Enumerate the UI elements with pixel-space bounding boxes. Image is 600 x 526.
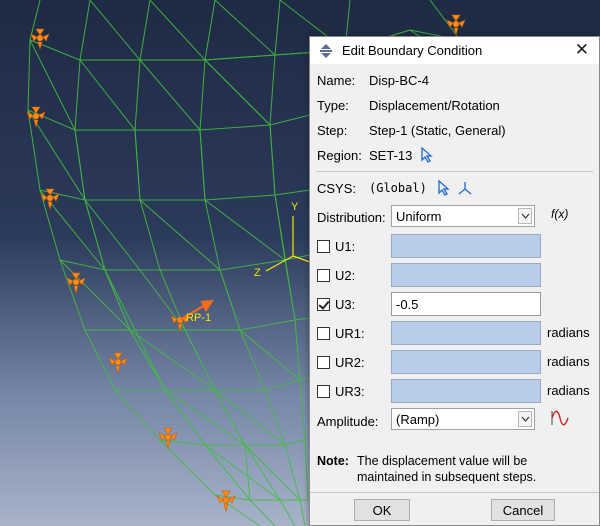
- name-value: Disp-BC-4: [369, 72, 429, 88]
- csys-row: CSYS: (Global): [317, 178, 473, 198]
- ur1-checkbox[interactable]: [317, 326, 330, 340]
- u3-label: U3:: [335, 296, 356, 312]
- ur1-unit: radians: [547, 325, 590, 340]
- amplitude-row: Amplitude:: [317, 411, 378, 431]
- u2-input[interactable]: [391, 263, 541, 287]
- cancel-button[interactable]: Cancel: [491, 499, 555, 521]
- u1-label: U1:: [335, 238, 356, 254]
- u3-input[interactable]: -0.5: [391, 292, 541, 316]
- note-label: Note:: [317, 454, 349, 468]
- edit-region-icon[interactable]: [420, 147, 434, 163]
- dof-u2-row: U2:: [317, 264, 355, 286]
- ur2-input[interactable]: [391, 350, 541, 374]
- rp-label: RP-1: [186, 312, 212, 324]
- ur3-label: UR3:: [335, 383, 365, 399]
- ur3-input[interactable]: [391, 379, 541, 403]
- ur1-label: UR1:: [335, 325, 365, 341]
- distribution-select[interactable]: Uniform: [391, 205, 535, 227]
- type-value: Displacement/Rotation: [369, 97, 500, 113]
- amplitude-value: (Ramp): [396, 411, 440, 427]
- edit-boundary-condition-dialog: Edit Boundary Condition ✕ Name: Disp-BC-…: [309, 36, 600, 526]
- chevron-down-icon[interactable]: [518, 411, 532, 427]
- button-separator: [310, 492, 599, 493]
- ur3-unit: radians: [547, 383, 590, 398]
- dialog-title: Edit Boundary Condition: [342, 43, 483, 58]
- distribution-label: Distribution:: [317, 209, 386, 225]
- type-row: Type: Displacement/Rotation: [317, 95, 500, 115]
- step-row: Step: Step-1 (Static, General): [317, 120, 506, 140]
- u1-input[interactable]: [391, 234, 541, 258]
- amplitude-select[interactable]: (Ramp): [391, 408, 535, 430]
- u3-checkbox[interactable]: [317, 297, 330, 311]
- dof-u3-row: U3:: [317, 293, 355, 315]
- name-row: Name: Disp-BC-4: [317, 70, 429, 90]
- separator: [316, 171, 593, 172]
- region-label: Region:: [317, 147, 362, 163]
- type-label: Type:: [317, 97, 349, 113]
- note-line-1: The displacement value will be: [357, 454, 528, 468]
- triad-y-label: Y: [291, 201, 299, 213]
- u2-label: U2:: [335, 267, 356, 283]
- csys-triad-icon: [265, 216, 311, 272]
- fx-button[interactable]: f(x): [551, 207, 568, 221]
- region-value: SET-13: [369, 147, 413, 163]
- distribution-row: Distribution:: [317, 207, 386, 227]
- triad-z-label: Z: [254, 267, 261, 279]
- name-label: Name:: [317, 72, 356, 88]
- ur1-input[interactable]: [391, 321, 541, 345]
- dof-ur3-row: UR3:: [317, 380, 365, 402]
- u2-checkbox[interactable]: [317, 268, 330, 282]
- step-value: Step-1 (Static, General): [369, 122, 506, 138]
- u1-checkbox[interactable]: [317, 239, 330, 253]
- csys-value: (Global): [369, 181, 427, 195]
- create-amplitude-icon[interactable]: [550, 409, 570, 427]
- dof-u1-row: U1:: [317, 235, 355, 257]
- dialog-titlebar[interactable]: Edit Boundary Condition ✕: [310, 37, 599, 64]
- ok-button[interactable]: OK: [354, 499, 410, 521]
- amplitude-label: Amplitude:: [317, 413, 379, 429]
- distribution-value: Uniform: [396, 208, 442, 224]
- chevron-down-icon[interactable]: [518, 208, 532, 224]
- dof-ur1-row: UR1:: [317, 322, 365, 344]
- csys-label: CSYS:: [317, 180, 357, 196]
- close-icon[interactable]: ✕: [575, 41, 589, 59]
- select-csys-icon[interactable]: [437, 180, 451, 196]
- boundary-condition-icon: [320, 43, 332, 58]
- dof-ur2-row: UR2:: [317, 351, 365, 373]
- ur2-unit: radians: [547, 354, 590, 369]
- step-label: Step:: [317, 122, 348, 138]
- note-line-2: maintained in subsequent steps.: [357, 470, 537, 484]
- create-csys-icon[interactable]: [457, 180, 473, 196]
- ur2-checkbox[interactable]: [317, 355, 330, 369]
- ur2-label: UR2:: [335, 354, 365, 370]
- ur3-checkbox[interactable]: [317, 384, 330, 398]
- region-row: Region: SET-13: [317, 145, 434, 165]
- note-block: Note: The displacement value will be mai…: [317, 453, 592, 485]
